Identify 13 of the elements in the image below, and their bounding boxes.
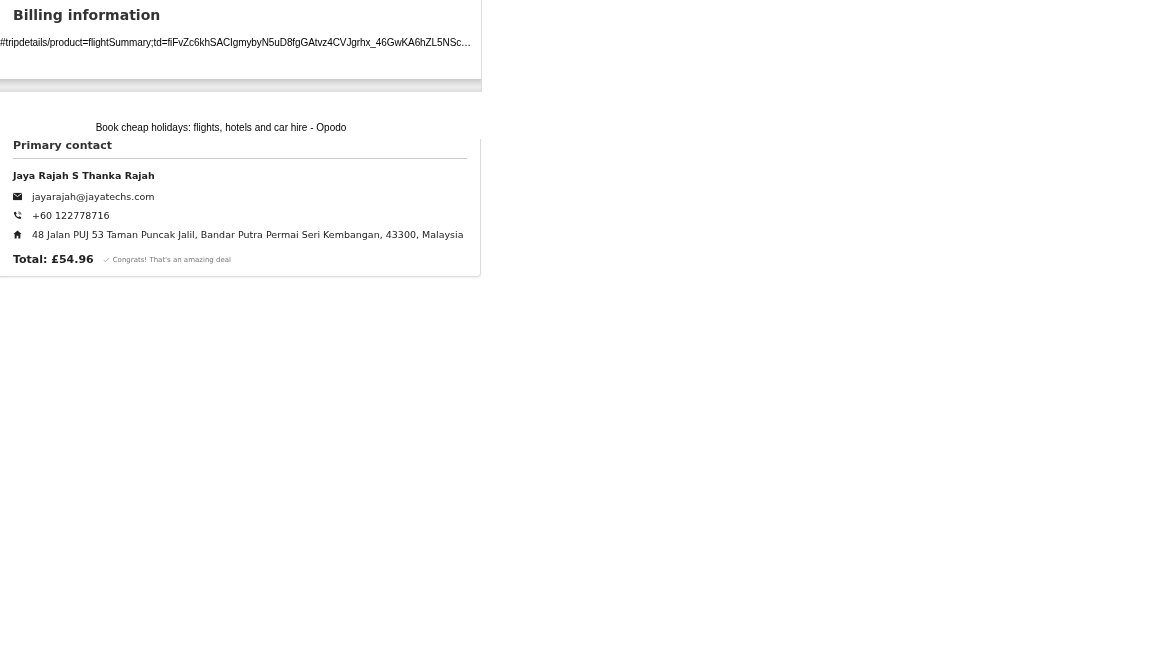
contact-name: Jaya Rajah S Thanka Rajah: [13, 170, 156, 181]
phone-icon: [13, 211, 22, 220]
page-title: Book cheap holidays: flights, hotels and car hire - Opodo: [94, 122, 348, 133]
url-text: #tripdetails/product=flightSummary;td=fiFvZc6khSACIgmybyN5uD8fgGAtvz4CVJgrhx_46GwKA6hZL5NSc…: [0, 37, 472, 48]
check-icon: [102, 256, 110, 263]
card-heading: Primary contact: [13, 139, 467, 159]
home-icon: [13, 230, 22, 239]
contact-detail: jayarajah@jayatechs.com: [32, 191, 155, 202]
contact-detail: 48 Jalan PUJ 53 Taman Puncak Jalil, Bandar Putra Permai Seri Kembangan, 43300, Malaysia: [32, 229, 464, 240]
envelope-icon: [13, 192, 22, 201]
contact-detail: +60 122778716: [32, 210, 110, 221]
section-title: Billing information: [12, 6, 162, 25]
total-price: Total: £54.96: [13, 253, 94, 266]
